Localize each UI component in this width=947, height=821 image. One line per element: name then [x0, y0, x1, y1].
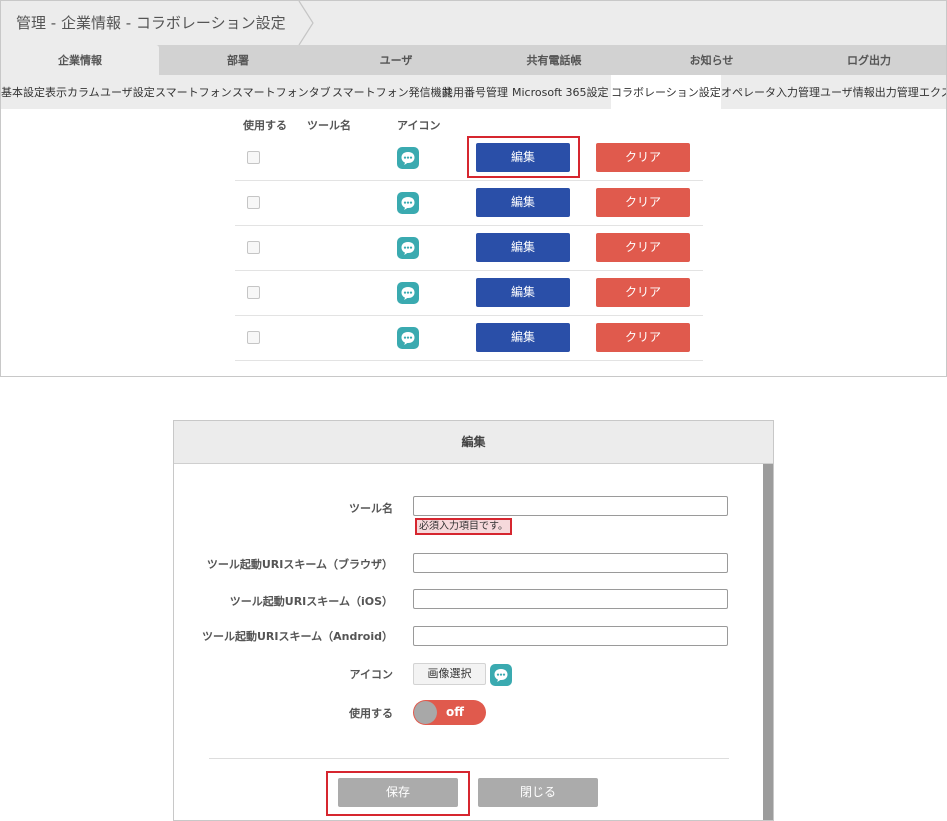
edit-dialog: 編集 ツール名 必須入力項目です。 ツール起動URIスキーム（ブラウザ） ツール…: [173, 420, 774, 821]
header-tool-name: ツール名: [307, 119, 351, 132]
subtab-smartphone-tab[interactable]: スマートフォンタブ: [232, 75, 331, 109]
edit-button[interactable]: 編集: [476, 278, 570, 307]
toggle-state-text: off: [446, 705, 464, 719]
sub-tabs: 基本設定 表示カラム ユーザ設定 スマートフォン スマートフォンタブ スマートフ…: [1, 75, 946, 109]
use-checkbox[interactable]: [247, 286, 260, 299]
dialog-scrollbar[interactable]: [763, 464, 773, 820]
subtab-operator-input[interactable]: オペレータ入力管理: [721, 75, 820, 109]
clear-button[interactable]: クリア: [596, 188, 690, 217]
tab-company-info[interactable]: 企業情報: [1, 45, 159, 75]
image-select-button[interactable]: 画像選択: [413, 663, 486, 685]
uri-ios-label: ツール起動URIスキーム（iOS）: [229, 595, 393, 608]
edit-button[interactable]: 編集: [476, 233, 570, 262]
use-checkbox[interactable]: [247, 196, 260, 209]
subtab-basic-settings[interactable]: 基本設定: [1, 75, 45, 109]
chat-bubble-icon: [397, 237, 419, 259]
toggle-knob: [414, 701, 437, 724]
use-toggle[interactable]: off: [413, 700, 486, 725]
breadcrumb-chevron-icon: [298, 1, 314, 45]
uri-browser-label: ツール起動URIスキーム（ブラウザ）: [206, 558, 393, 571]
subtab-microsoft-365[interactable]: Microsoft 365設定: [512, 75, 609, 109]
uri-android-input[interactable]: [413, 626, 728, 646]
dialog-title: 編集: [174, 421, 773, 464]
tab-department[interactable]: 部署: [159, 45, 317, 75]
edit-highlight-box: [467, 136, 580, 178]
table-row: 編集 クリア: [235, 271, 703, 316]
chat-bubble-icon: [397, 282, 419, 304]
clear-button[interactable]: クリア: [596, 323, 690, 352]
chat-bubble-icon: [397, 147, 419, 169]
chat-bubble-icon: [397, 327, 419, 349]
tab-notices[interactable]: お知らせ: [633, 45, 790, 75]
table-row: 編集 クリア: [235, 316, 703, 361]
admin-panel: 管理 - 企業情報 - コラボレーション設定 企業情報 部署 ユーザ 共有電話帳…: [0, 0, 947, 377]
chat-bubble-icon: [490, 664, 512, 686]
close-button[interactable]: 閉じる: [478, 778, 598, 807]
tab-shared-phonebook[interactable]: 共有電話帳: [475, 45, 633, 75]
chat-bubble-icon: [397, 192, 419, 214]
required-error-message: 必須入力項目です。: [415, 518, 512, 535]
save-highlight-box: [326, 771, 470, 816]
uri-android-label: ツール起動URIスキーム（Android）: [201, 630, 393, 643]
use-checkbox[interactable]: [247, 331, 260, 344]
dialog-divider: [209, 758, 729, 759]
uri-ios-input[interactable]: [413, 589, 728, 609]
subtab-user-settings[interactable]: ユーザ設定: [100, 75, 155, 109]
clear-button[interactable]: クリア: [596, 278, 690, 307]
subtab-export[interactable]: エクス: [919, 75, 946, 109]
subtab-user-info-output[interactable]: ユーザ情報出力管理: [820, 75, 919, 109]
tab-log-output[interactable]: ログ出力: [790, 45, 946, 75]
table-row: 編集 クリア: [235, 181, 703, 226]
subtab-smartphone-call[interactable]: スマートフォン発信機能: [332, 75, 453, 109]
tab-user[interactable]: ユーザ: [317, 45, 475, 75]
clear-button[interactable]: クリア: [596, 143, 690, 172]
header-icon: アイコン: [397, 119, 441, 132]
tool-name-input[interactable]: [413, 496, 728, 516]
subtab-display-columns[interactable]: 表示カラム: [45, 75, 100, 109]
main-tabs: 企業情報 部署 ユーザ 共有電話帳 お知らせ ログ出力: [1, 45, 946, 75]
clear-button[interactable]: クリア: [596, 233, 690, 262]
edit-button[interactable]: 編集: [476, 188, 570, 217]
breadcrumb: 管理 - 企業情報 - コラボレーション設定: [1, 1, 946, 45]
tool-name-label: ツール名: [349, 502, 393, 515]
subtab-shared-number[interactable]: 共用番号管理: [442, 75, 508, 109]
use-checkbox[interactable]: [247, 241, 260, 254]
subtab-collaboration[interactable]: コラボレーション設定: [611, 75, 721, 109]
table-row: 編集 クリア: [235, 226, 703, 271]
breadcrumb-text: 管理 - 企業情報 - コラボレーション設定: [16, 14, 286, 32]
edit-button[interactable]: 編集: [476, 323, 570, 352]
uri-browser-input[interactable]: [413, 553, 728, 573]
icon-label: アイコン: [349, 668, 393, 681]
use-label: 使用する: [349, 707, 393, 720]
subtab-smartphone[interactable]: スマートフォン: [155, 75, 232, 109]
header-use: 使用する: [243, 119, 287, 132]
use-checkbox[interactable]: [247, 151, 260, 164]
